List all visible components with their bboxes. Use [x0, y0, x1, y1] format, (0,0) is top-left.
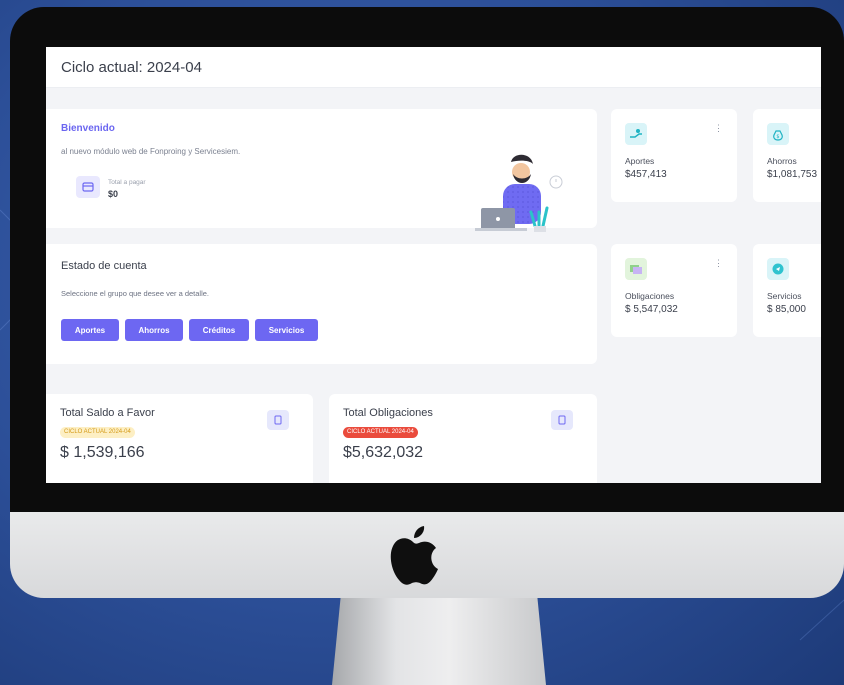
- aportes-button[interactable]: Aportes: [61, 319, 119, 341]
- welcome-subtitle: al nuevo módulo web de Fonproing y Servi…: [61, 147, 241, 156]
- stat-card-obligaciones[interactable]: ⋮ Obligaciones $ 5,547,032: [611, 244, 737, 337]
- stat-value: $457,413: [625, 169, 667, 180]
- total-obligaciones-title: Total Obligaciones: [343, 407, 433, 419]
- welcome-title: Bienvenido: [61, 123, 115, 134]
- servicios-button[interactable]: Servicios: [255, 319, 318, 341]
- estado-cuenta-subtitle: Seleccione el grupo que desee ver a deta…: [61, 289, 210, 298]
- estado-cuenta-card: Estado de cuenta Seleccione el grupo que…: [46, 244, 597, 364]
- total-obligaciones-card: Total Obligaciones CICLO ACTUAL 2024-04 …: [329, 394, 597, 483]
- stat-card-aportes[interactable]: ⋮ Aportes $457,413: [611, 109, 737, 202]
- stat-label: Obligaciones: [625, 291, 675, 301]
- monitor-stand: [332, 598, 546, 685]
- stat-value: $ 85,000: [767, 304, 806, 315]
- total-saldo-favor-value: $ 1,539,166: [60, 444, 145, 461]
- estado-cuenta-title: Estado de cuenta: [61, 260, 147, 272]
- apple-logo-icon: [390, 526, 438, 585]
- screen: Ciclo actual: 2024-04 Bienvenido al nuev…: [46, 47, 821, 483]
- cycle-badge: CICLO ACTUAL 2024-04: [343, 427, 418, 438]
- stat-value: $1,081,753: [767, 169, 818, 180]
- ahorros-button[interactable]: Ahorros: [125, 319, 183, 341]
- total-saldo-favor-title: Total Saldo a Favor: [60, 407, 155, 419]
- stat-label: Aportes: [625, 156, 655, 166]
- stat-label: Ahorros: [767, 156, 797, 166]
- total-saldo-favor-card: Total Saldo a Favor CICLO ACTUAL 2024-04…: [46, 394, 313, 483]
- bills-icon: [625, 258, 647, 280]
- stat-card-ahorros[interactable]: $ Ahorros $1,081,753: [753, 109, 821, 202]
- svg-text:$: $: [776, 134, 779, 140]
- money-bag-icon: $: [767, 123, 789, 145]
- document-icon[interactable]: [267, 410, 289, 430]
- wallet-icon: [76, 176, 100, 198]
- page-title: Ciclo actual: 2024-04: [61, 59, 202, 76]
- document-icon[interactable]: [551, 410, 573, 430]
- total-pay-value: $0: [108, 189, 119, 199]
- stat-label: Servicios: [767, 291, 802, 301]
- creditos-button[interactable]: Créditos: [189, 319, 249, 341]
- services-icon: [767, 258, 789, 280]
- total-obligaciones-value: $5,632,032: [343, 444, 424, 461]
- stat-card-servicios[interactable]: Servicios $ 85,000: [753, 244, 821, 337]
- more-options-icon[interactable]: ⋮: [714, 123, 723, 134]
- stat-value: $ 5,547,032: [625, 304, 678, 315]
- cycle-badge: CICLO ACTUAL 2024-04: [60, 427, 135, 438]
- more-options-icon[interactable]: ⋮: [714, 258, 723, 269]
- total-pay-label: Total a pagar: [108, 179, 146, 186]
- top-bar: Ciclo actual: 2024-04: [46, 47, 821, 88]
- hand-money-icon: [625, 123, 647, 145]
